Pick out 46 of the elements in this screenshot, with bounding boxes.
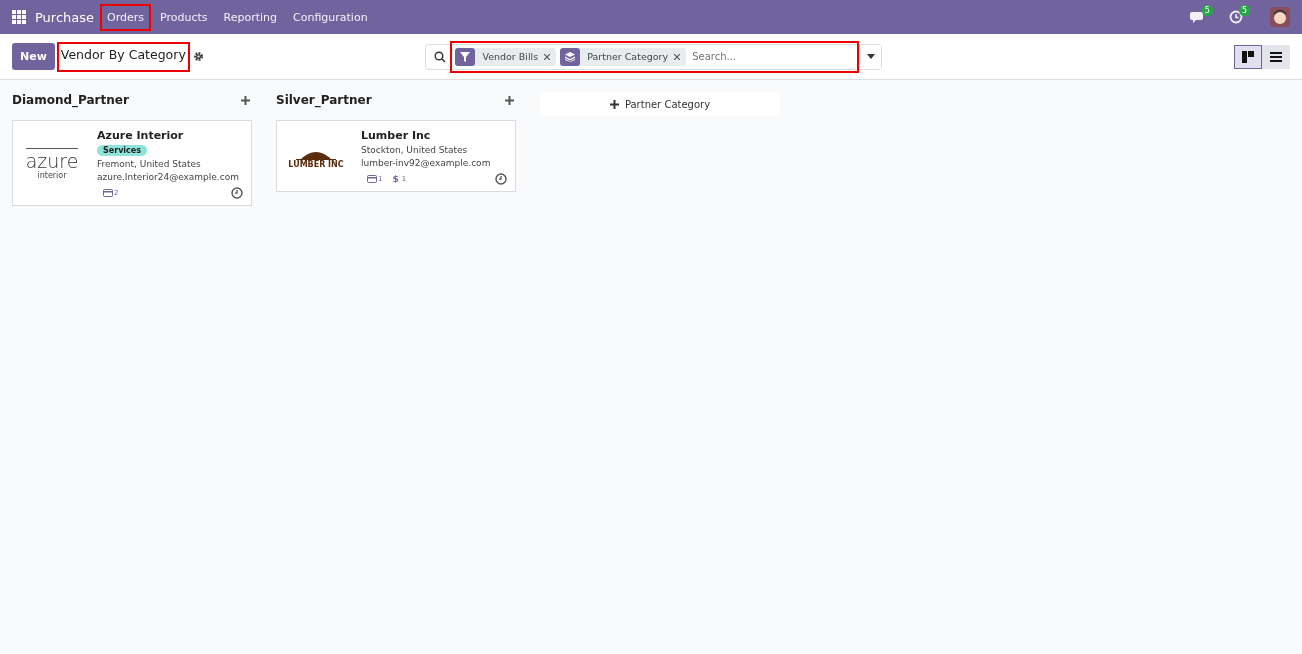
view-title: Vendor By Category (56, 41, 190, 72)
vendor-location: Fremont, United States (97, 159, 202, 169)
menu-item[interactable]: Products (153, 3, 215, 31)
list-icon (1270, 51, 1282, 62)
remove-facet-icon[interactable] (674, 53, 681, 60)
menu-item[interactable]: Reporting (216, 3, 285, 31)
apps-grid-icon[interactable] (12, 10, 26, 24)
search-options-toggle[interactable] (859, 44, 882, 69)
plus-icon[interactable] (241, 95, 250, 105)
vendor-name: Azure Interior (97, 129, 185, 142)
add-column-button[interactable]: Partner Category (540, 92, 780, 116)
chat-icon[interactable] (1189, 10, 1206, 24)
card-icon[interactable] (367, 175, 377, 183)
dollar-symbol[interactable]: $ (392, 174, 399, 184)
filter-icon (460, 51, 471, 62)
menu-item[interactable]: Orders (100, 3, 152, 31)
clock-icon[interactable] (231, 187, 243, 199)
menu-item[interactable]: Configuration (286, 3, 375, 31)
list-view-button[interactable] (1262, 44, 1290, 69)
settings-icon[interactable] (192, 51, 204, 62)
search-icon[interactable] (434, 50, 447, 63)
avatar-icon[interactable] (1270, 7, 1290, 27)
column-title: Silver_Partner (276, 93, 372, 107)
company-logo: azure interior (25, 148, 79, 180)
facet-label: Vendor Bills (482, 51, 539, 62)
vendor-email: lumber-inv92@example.com (361, 158, 492, 168)
vendor-location: Stockton, United States (361, 145, 469, 155)
app-name[interactable]: Purchase (35, 9, 95, 25)
new-button[interactable]: New (12, 43, 55, 70)
activity-count-badge: 5 (1238, 5, 1250, 16)
clock-icon[interactable] (495, 173, 507, 185)
remove-facet-icon[interactable] (544, 53, 551, 60)
vendor-email: azure.Interior24@example.com (97, 172, 240, 182)
caret-down-icon (866, 54, 875, 59)
facet-label: Partner Category (587, 51, 669, 62)
plus-icon (609, 99, 619, 109)
company-logo: LUMBER INC (288, 145, 344, 169)
category-tag: Services (97, 145, 148, 156)
layers-icon (565, 51, 576, 62)
kanban-icon (1242, 50, 1254, 63)
plus-icon[interactable] (505, 95, 514, 105)
kanban-view-button[interactable] (1234, 44, 1262, 69)
column-title: Diamond_Partner (12, 93, 129, 107)
vendor-name: Lumber Inc (361, 129, 432, 142)
card-icon[interactable] (103, 189, 113, 197)
message-count-badge: 5 (1201, 5, 1213, 16)
